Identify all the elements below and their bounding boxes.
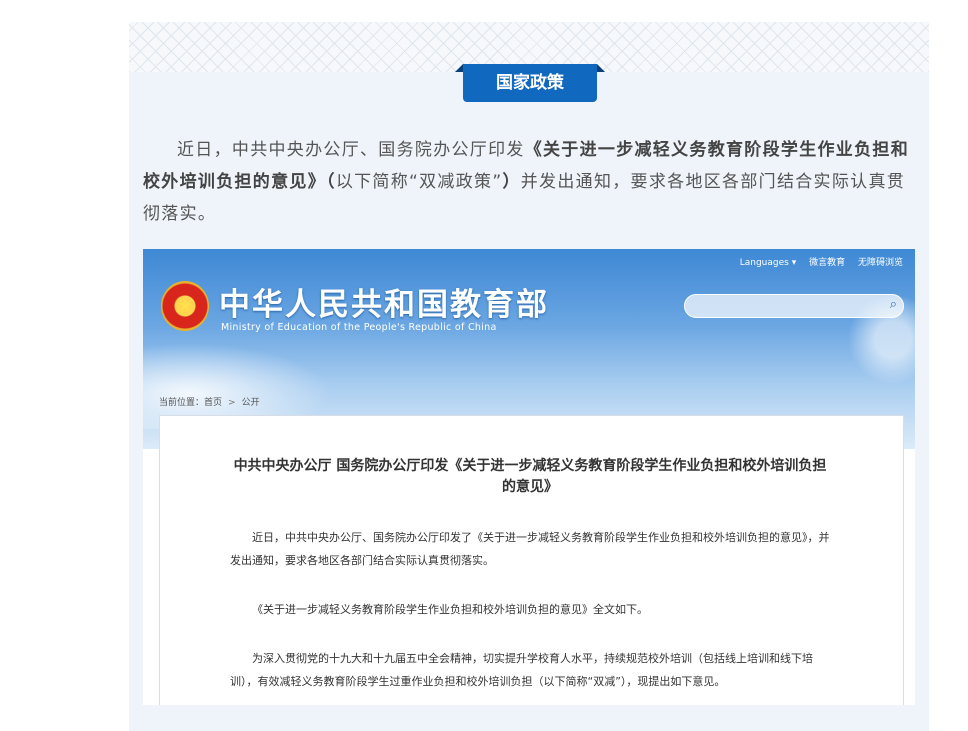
breadcrumb-current[interactable]: 公开 [242,398,260,408]
breadcrumb-home[interactable]: 首页 [204,398,222,408]
languages-link[interactable]: Languages ▾ [740,258,796,268]
section-tag-label: 国家政策 [463,64,597,102]
moe-topbar: Languages ▾ 微言教育 无障碍浏览 [730,255,903,268]
section-tag: 国家政策 [455,64,605,102]
national-emblem-icon: ★ [161,281,209,331]
search-icon[interactable]: ⌕ [890,297,897,312]
intro-paragraph: 近日，中共中央办公厅、国务院办公厅印发《关于进一步减轻义务教育阶段学生作业负担和… [143,140,910,224]
policy-panel: 国家政策 近日，中共中央办公厅、国务院办公厅印发《关于进一步减轻义务教育阶段学生… [129,22,929,731]
accessibility-link[interactable]: 无障碍浏览 [858,258,903,268]
moe-subtitle: Ministry of Education of the People's Re… [221,322,497,333]
article-paragraph-1: 近日，中共中央办公厅、国务院办公厅印发了《关于进一步减轻义务教育阶段学生作业负担… [230,531,830,567]
article-title: 中共中央办公厅 国务院办公厅印发《关于进一步减轻义务教育阶段学生作业负担和校外培… [233,458,827,495]
article-card: 中共中央办公厅 国务院办公厅印发《关于进一步减轻义务教育阶段学生作业负担和校外培… [159,415,904,705]
search-input[interactable]: ⌕ [684,294,904,318]
weibo-link[interactable]: 微言教育 [809,258,845,268]
moe-screenshot: Languages ▾ 微言教育 无障碍浏览 ★ 中华人民共和国教育部 Mini… [143,249,915,705]
article-paragraph-3: 为深入贯彻党的十九大和十九届五中全会精神，切实提升学校育人水平，持续规范校外培训… [230,652,813,688]
breadcrumb: 当前位置：首页 > 公开 [159,398,260,408]
moe-title: 中华人民共和国教育部 [219,287,549,323]
article-paragraph-2: 《关于进一步减轻义务教育阶段学生作业负担和校外培训负担的意见》全文如下。 [252,603,648,616]
